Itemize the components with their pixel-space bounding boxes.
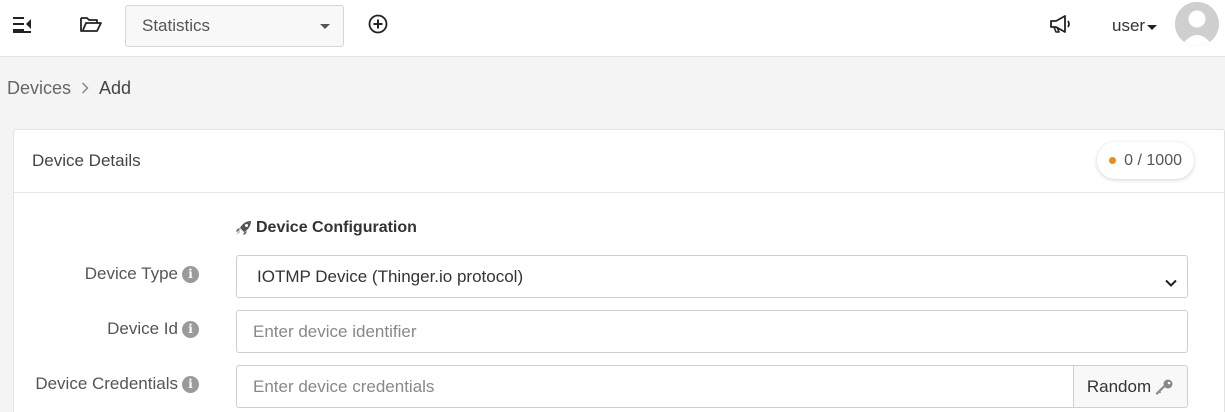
- device-credentials-input[interactable]: [236, 365, 1074, 408]
- device-type-select[interactable]: IOTMP Device (Thinger.io protocol): [236, 255, 1188, 298]
- random-button-label: Random: [1086, 376, 1152, 396]
- device-id-label: Device Id i: [107, 319, 199, 339]
- user-name: user: [1112, 16, 1146, 35]
- info-icon[interactable]: i: [182, 375, 199, 393]
- status-dot: [1109, 157, 1117, 164]
- device-type-label: Device Type i: [85, 264, 199, 284]
- breadcrumb-current: Add: [99, 77, 132, 98]
- random-credentials-button[interactable]: Random: [1073, 365, 1188, 408]
- info-icon[interactable]: i: [182, 265, 199, 283]
- dashboard-select-value: Statistics: [142, 16, 211, 35]
- caret-down-icon: [1147, 24, 1158, 30]
- dashboard-select[interactable]: Statistics: [125, 5, 344, 47]
- chevron-right-icon: [81, 82, 89, 94]
- key-icon: [1154, 378, 1174, 396]
- device-type-value: IOTMP Device (Thinger.io protocol): [257, 266, 524, 286]
- user-avatar-icon[interactable]: [1175, 2, 1219, 46]
- top-navbar: Statistics user: [0, 0, 1225, 57]
- device-credentials-label-text: Device Credentials: [35, 374, 178, 393]
- device-id-label-text: Device Id: [107, 319, 178, 338]
- section-heading: Device Configuration: [235, 219, 417, 237]
- card-header: Device Details 0 / 1000: [14, 130, 1224, 193]
- info-icon[interactable]: i: [182, 320, 199, 338]
- device-quota-badge: 0 / 1000: [1097, 142, 1194, 179]
- chevron-down-icon: [1165, 272, 1177, 292]
- card-title: Device Details: [32, 151, 141, 170]
- breadcrumb: Devices Add: [7, 76, 131, 100]
- breadcrumb-devices[interactable]: Devices: [7, 78, 71, 99]
- megaphone-icon[interactable]: [1046, 12, 1074, 36]
- section-heading-text: Device Configuration: [256, 219, 417, 236]
- menu-collapse-icon[interactable]: [10, 12, 34, 36]
- caret-down-icon: [320, 24, 330, 29]
- device-id-input[interactable]: [236, 310, 1188, 353]
- user-menu[interactable]: user: [1112, 14, 1158, 38]
- device-quota-text: 0 / 1000: [1124, 151, 1182, 169]
- plus-circle-icon[interactable]: [366, 12, 390, 36]
- folder-open-icon[interactable]: [78, 12, 104, 36]
- device-type-label-text: Device Type: [84, 264, 178, 283]
- rocket-icon: [235, 220, 253, 236]
- device-credentials-label: Device Credentials i: [35, 374, 199, 394]
